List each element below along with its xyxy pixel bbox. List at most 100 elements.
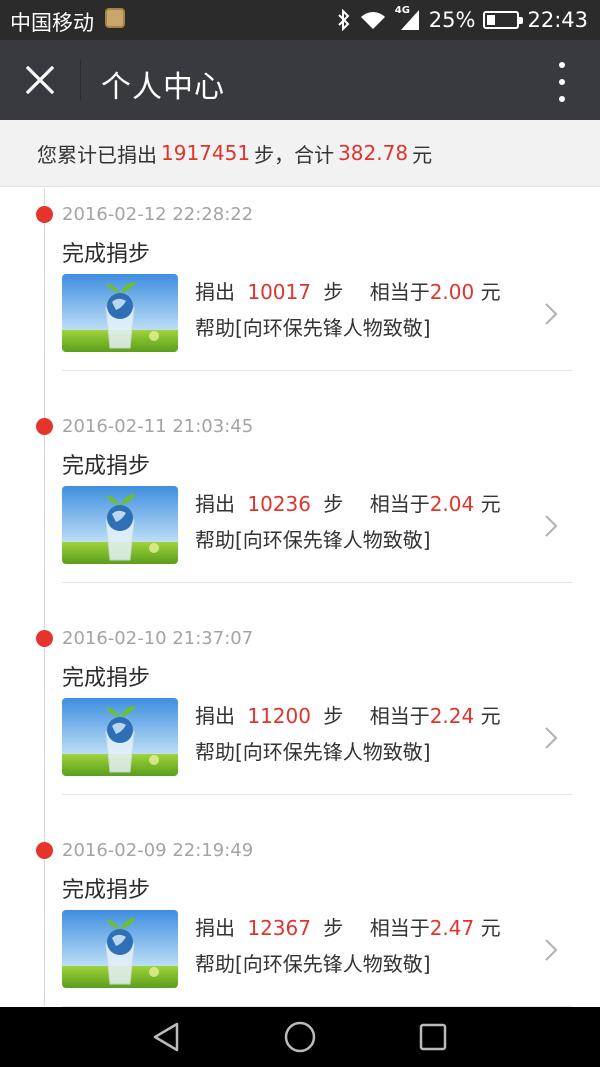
record-divider [62,582,572,583]
project-thumbnail [62,910,178,988]
project-thumbnail [62,698,178,776]
record-amount: 2.00 [429,280,475,304]
title-bar: 个人中心 [0,40,600,120]
donation-record: 2016-02-12 22:28:22 完成捐步 捐出 10017 步 相当于2… [0,188,600,400]
recent-apps-button[interactable] [413,1019,453,1055]
summary-steps: 1917451 [161,141,251,165]
record-divider [62,794,572,795]
timeline-dot [36,842,53,859]
page-title: 个人中心 [101,70,225,105]
bluetooth-icon [337,9,351,31]
donated-label: 捐出 [195,492,235,516]
project-thumbnail-frame [62,486,178,564]
wifi-icon [359,9,387,31]
timeline-dot [36,630,53,647]
project-thumbnail [62,486,178,564]
record-project: 帮助[向环保先锋人物致敬] [195,316,431,340]
chevron-right-icon [544,938,558,966]
home-icon [284,1021,316,1053]
title-divider [80,60,81,100]
record-status: 完成捐步 [62,878,151,903]
record-steps-line: 捐出 12367 步 相当于2.47 元 [195,912,501,941]
yuan-unit: 元 [480,704,501,728]
summary-suffix: 元 [412,142,433,167]
close-icon [26,66,54,94]
project-thumbnail-frame [62,274,178,352]
donation-summary: 您累计已捐出 1917451 步，合计 382.78 元 [0,120,600,187]
donation-record: 2016-02-11 21:03:45 完成捐步 捐出 10236 步 相当于2… [0,400,600,612]
yuan-unit: 元 [480,916,501,940]
chevron-right-icon [545,727,558,749]
record-card[interactable]: 捐出 10236 步 相当于2.04 元 帮助[向环保先锋人物致敬] [62,486,572,568]
record-time: 2016-02-11 21:03:45 [62,416,254,437]
more-vertical-icon [559,62,565,68]
back-button[interactable] [146,1019,186,1055]
record-project: 帮助[向环保先锋人物致敬] [195,952,431,976]
battery-percent: 25% [428,8,476,32]
close-button[interactable] [20,60,60,100]
project-thumbnail-frame [62,698,178,776]
app-notification-icon [105,8,125,28]
equivalent-label: 相当于 [369,704,430,728]
more-button[interactable] [554,62,570,102]
steps-unit: 步 [323,704,344,728]
steps-unit: 步 [323,280,344,304]
equivalent-label: 相当于 [369,492,430,516]
record-amount: 2.47 [429,916,475,940]
back-icon [153,1022,179,1052]
donated-label: 捐出 [195,280,235,304]
record-steps-line: 捐出 10017 步 相当于2.00 元 [195,276,501,305]
record-divider [62,370,572,371]
record-time: 2016-02-10 21:37:07 [62,628,254,649]
timeline-dot [36,206,53,223]
record-steps: 10236 [247,492,311,516]
carrier-name: 中国移动 [10,11,94,35]
record-card[interactable]: 捐出 11200 步 相当于2.24 元 帮助[向环保先锋人物致敬] [62,698,572,780]
donation-record: 2016-02-10 21:37:07 完成捐步 捐出 11200 步 相当于2… [0,612,600,824]
record-card[interactable]: 捐出 12367 步 相当于2.47 元 帮助[向环保先锋人物致敬] [62,910,572,992]
equivalent-label: 相当于 [369,916,430,940]
chevron-right-icon [544,726,558,754]
home-button[interactable] [280,1019,320,1055]
project-thumbnail-frame [62,910,178,988]
record-status: 完成捐步 [62,666,151,691]
donation-record: 2016-02-09 22:19:49 完成捐步 捐出 12367 步 相当于2… [0,824,600,1008]
summary-amount: 382.78 [338,141,409,165]
signal-icon: 4G [395,5,421,32]
record-card[interactable]: 捐出 10017 步 相当于2.00 元 帮助[向环保先锋人物致敬] [62,274,572,356]
donation-timeline: 2016-02-12 22:28:22 完成捐步 捐出 10017 步 相当于2… [0,188,600,1008]
navigation-bar [0,1007,600,1067]
steps-unit: 步 [323,492,344,516]
steps-unit: 步 [323,916,344,940]
summary-middle: 步，合计 [254,142,335,167]
donated-label: 捐出 [195,916,235,940]
record-steps: 11200 [247,704,311,728]
record-steps-line: 捐出 11200 步 相当于2.24 元 [195,700,501,729]
record-project: 帮助[向环保先锋人物致敬] [195,528,431,552]
record-amount: 2.04 [429,492,475,516]
yuan-unit: 元 [480,492,501,516]
chevron-right-icon [544,514,558,542]
chevron-right-icon [545,303,558,325]
clock: 22:43 [527,8,588,32]
record-time: 2016-02-09 22:19:49 [62,840,254,861]
record-status: 完成捐步 [62,242,151,267]
project-thumbnail [62,274,178,352]
record-project: 帮助[向环保先锋人物致敬] [195,740,431,764]
record-steps-line: 捐出 10236 步 相当于2.04 元 [195,488,501,517]
battery-level [487,15,496,25]
record-steps: 12367 [247,916,311,940]
chevron-right-icon [545,939,558,961]
record-amount: 2.24 [429,704,475,728]
record-time: 2016-02-12 22:28:22 [62,204,254,225]
recent-apps-icon [419,1023,447,1051]
donated-label: 捐出 [195,704,235,728]
yuan-unit: 元 [480,280,501,304]
battery-icon [483,11,524,29]
equivalent-label: 相当于 [369,280,430,304]
timeline-dot [36,418,53,435]
record-steps: 10017 [247,280,311,304]
chevron-right-icon [545,515,558,537]
status-bar: 中国移动 4G 25% 22:43 [0,0,600,40]
chevron-right-icon [544,302,558,330]
